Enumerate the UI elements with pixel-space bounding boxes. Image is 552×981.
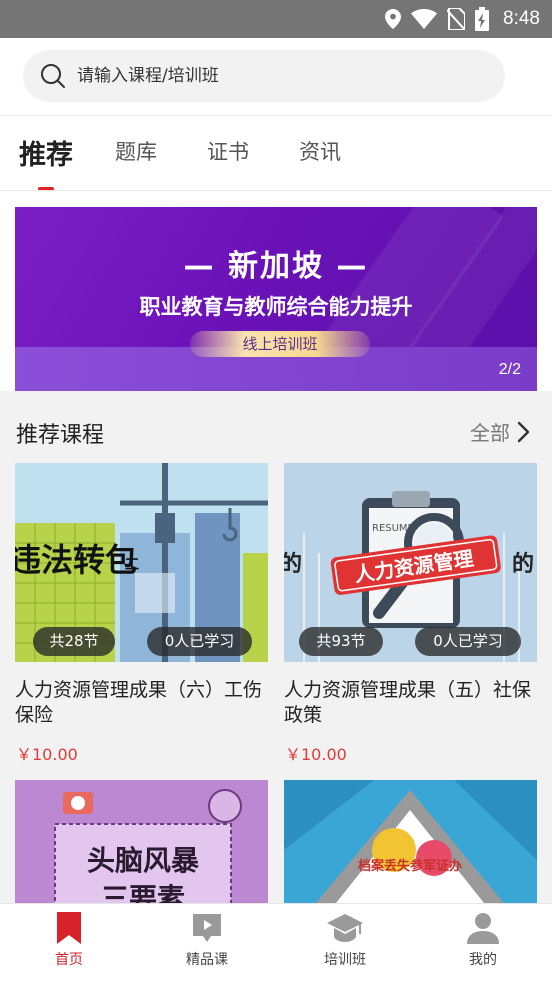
course-thumbnail: 违法转包 工 共28节 0人已学习 <box>15 463 268 662</box>
nav-home[interactable]: 首页 <box>19 912 119 969</box>
lesson-count-badge: 共28节 <box>33 627 115 656</box>
recommended-section: 推荐课程 全部 违法转包 工 共28节 0人已学习 人力资源管理成果（六）工伤保… <box>0 391 552 903</box>
user-icon <box>467 913 499 944</box>
course-title: 人力资源管理成果（五）社保政策 <box>284 679 532 726</box>
bookmark-icon <box>57 912 81 944</box>
banner-tag: 线上培训班 <box>190 331 370 357</box>
nav-label: 我的 <box>469 952 497 968</box>
nav-premium-courses[interactable]: 精品课 <box>157 912 257 969</box>
thumb-text: 档案丢失参军证办 <box>358 858 462 874</box>
section-title: 推荐课程 <box>16 423 105 448</box>
view-all-button[interactable]: 全部 <box>470 417 530 446</box>
course-price: ￥10.00 <box>285 745 347 764</box>
course-thumbnail: 头脑风暴 三要素 <box>15 780 268 903</box>
tab-question-bank[interactable]: 题库 <box>115 136 157 166</box>
thumb-text: 三要素 <box>101 882 185 903</box>
nav-label: 首页 <box>55 952 83 968</box>
graduation-cap-icon <box>327 914 363 942</box>
search-icon <box>41 64 65 88</box>
status-bar: 8:48 <box>0 0 552 38</box>
status-time: 8:48 <box>503 8 540 29</box>
divider <box>0 190 552 191</box>
learner-count-badge: 0人已学习 <box>147 627 252 656</box>
search-bar <box>0 38 552 115</box>
course-thumbnail: RESUME 人力资源管理 的 的 共93节 0人已学习 <box>284 463 537 662</box>
category-tabs: 推荐 题库 证书 资讯 <box>0 116 552 191</box>
view-all-label: 全部 <box>470 421 510 445</box>
promo-banner[interactable]: — 新加坡 — 职业教育与教师综合能力提升 线上培训班 2/2 <box>15 207 537 391</box>
banner-subtitle: 职业教育与教师综合能力提升 <box>139 295 413 319</box>
brainstorm-illustration: 头脑风暴 三要素 <box>15 780 268 903</box>
nav-label: 培训班 <box>324 952 366 968</box>
course-card[interactable]: 档案丢失参军证办 <box>284 780 537 903</box>
banner-pager: 2/2 <box>498 361 521 378</box>
course-price: ￥10.00 <box>16 745 78 764</box>
search-box[interactable] <box>23 50 505 102</box>
course-card[interactable]: 头脑风暴 三要素 <box>15 780 268 903</box>
nav-profile[interactable]: 我的 <box>433 912 533 969</box>
course-thumbnail: 档案丢失参军证办 <box>284 780 537 903</box>
thumb-text: 违法转包 <box>15 541 137 579</box>
course-title: 人力资源管理成果（六）工伤保险 <box>15 679 263 726</box>
thumb-text: 的 <box>512 551 534 577</box>
course-card[interactable]: RESUME 人力资源管理 的 的 共93节 0人已学习 人力资源管理成果（五）… <box>284 463 537 764</box>
no-sim-icon <box>447 8 466 30</box>
thumb-text: 头脑风暴 <box>87 844 200 877</box>
wifi-icon <box>411 9 438 29</box>
nav-training-class[interactable]: 培训班 <box>295 912 395 969</box>
tab-news[interactable]: 资讯 <box>299 136 341 166</box>
tab-certificate[interactable]: 证书 <box>207 136 249 166</box>
search-input[interactable] <box>77 66 457 86</box>
archive-illustration: 档案丢失参军证办 <box>284 780 537 903</box>
learner-count-badge: 0人已学习 <box>415 627 521 656</box>
course-card[interactable]: 违法转包 工 共28节 0人已学习 人力资源管理成果（六）工伤保险 ￥10.00 <box>15 463 268 764</box>
battery-charging-icon <box>475 7 490 31</box>
chevron-right-icon <box>517 421 530 442</box>
nav-label: 精品课 <box>186 952 228 968</box>
tab-recommend[interactable]: 推荐 <box>19 133 73 172</box>
thumb-text: 工 <box>125 557 139 573</box>
lesson-count-badge: 共93节 <box>299 627 383 656</box>
location-icon <box>385 9 402 29</box>
video-play-icon <box>193 914 221 942</box>
banner-title: — 新加坡 — <box>183 249 369 284</box>
thumb-text: 的 <box>284 551 302 577</box>
bottom-nav: 首页 精品课 培训班 我的 <box>0 903 552 981</box>
